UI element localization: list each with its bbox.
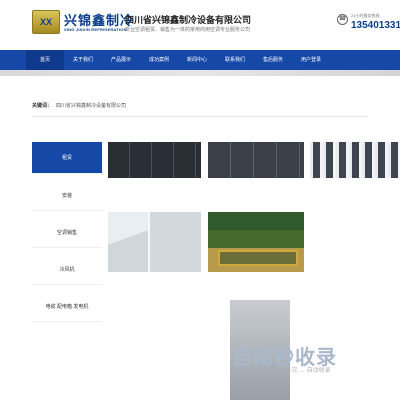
company-name: 四川省兴锦鑫制冷设备有限公司 [125,15,252,25]
keyword-label: 关键词： [32,103,53,109]
product-image-tile[interactable] [208,142,304,178]
logo-text: XX [39,17,52,27]
nav-item-login[interactable]: 用户登录 [292,50,330,70]
hotline-label: 24小时服务热线 [351,13,380,18]
nav-item-cases[interactable]: 成功案例 [140,50,178,70]
banner-strip [0,70,400,76]
keyword-row: 关键词： 四川省兴锦鑫制冷设备有限公司 [32,102,126,109]
divider [32,116,368,117]
product-image-tile[interactable] [310,142,400,178]
nav-item-service[interactable]: 售后服务 [254,50,292,70]
product-image-tile[interactable] [208,212,304,272]
image-detail [218,250,298,266]
nav-item-products[interactable]: 产品展示 [102,50,140,70]
category-menu: 租赁 安装 空调销售 冷风机 电缆 配电箱 发电机 [32,142,102,329]
keyword-value: 四川省兴锦鑫制冷设备有限公司 [56,103,127,109]
main-nav: 首页 关于我们 产品展示 成功案例 新闻中心 联系我们 售后服务 用户登录 [0,50,400,70]
category-item-cables[interactable]: 电缆 配电箱 发电机 [32,292,102,322]
category-item-install[interactable]: 安装 [32,181,102,211]
nav-item-contact[interactable]: 联系我们 [216,50,254,70]
nav-item-news[interactable]: 新闻中心 [178,50,216,70]
site-header: XX 兴锦鑫制冷 XING JINXIN REFRIGERATION 四川省兴锦… [0,0,400,50]
category-item-rental[interactable]: 租赁 [32,142,102,174]
phone-icon: ☎ [337,14,348,25]
category-item-air-cooler[interactable]: 冷风机 [32,255,102,285]
nav-item-about[interactable]: 关于我们 [64,50,102,70]
product-image-tile[interactable] [108,142,201,178]
category-item-ac-sales[interactable]: 空调销售 [32,218,102,248]
product-image-tile[interactable] [108,212,201,272]
company-slogan: 专业空调租赁、销售为一体的家用商用空调专业服务公司 [125,27,251,33]
image-detail [148,212,201,272]
hotline-number: 1354013318 [351,20,400,31]
watermark-subtitle: 做上排行 → 来访一次 → 自动收录 [240,368,331,374]
brand-english-name: XING JINXIN REFRIGERATION [64,27,127,32]
brand-logo[interactable]: XX [32,10,60,34]
nav-item-home[interactable]: 首页 [26,50,64,70]
